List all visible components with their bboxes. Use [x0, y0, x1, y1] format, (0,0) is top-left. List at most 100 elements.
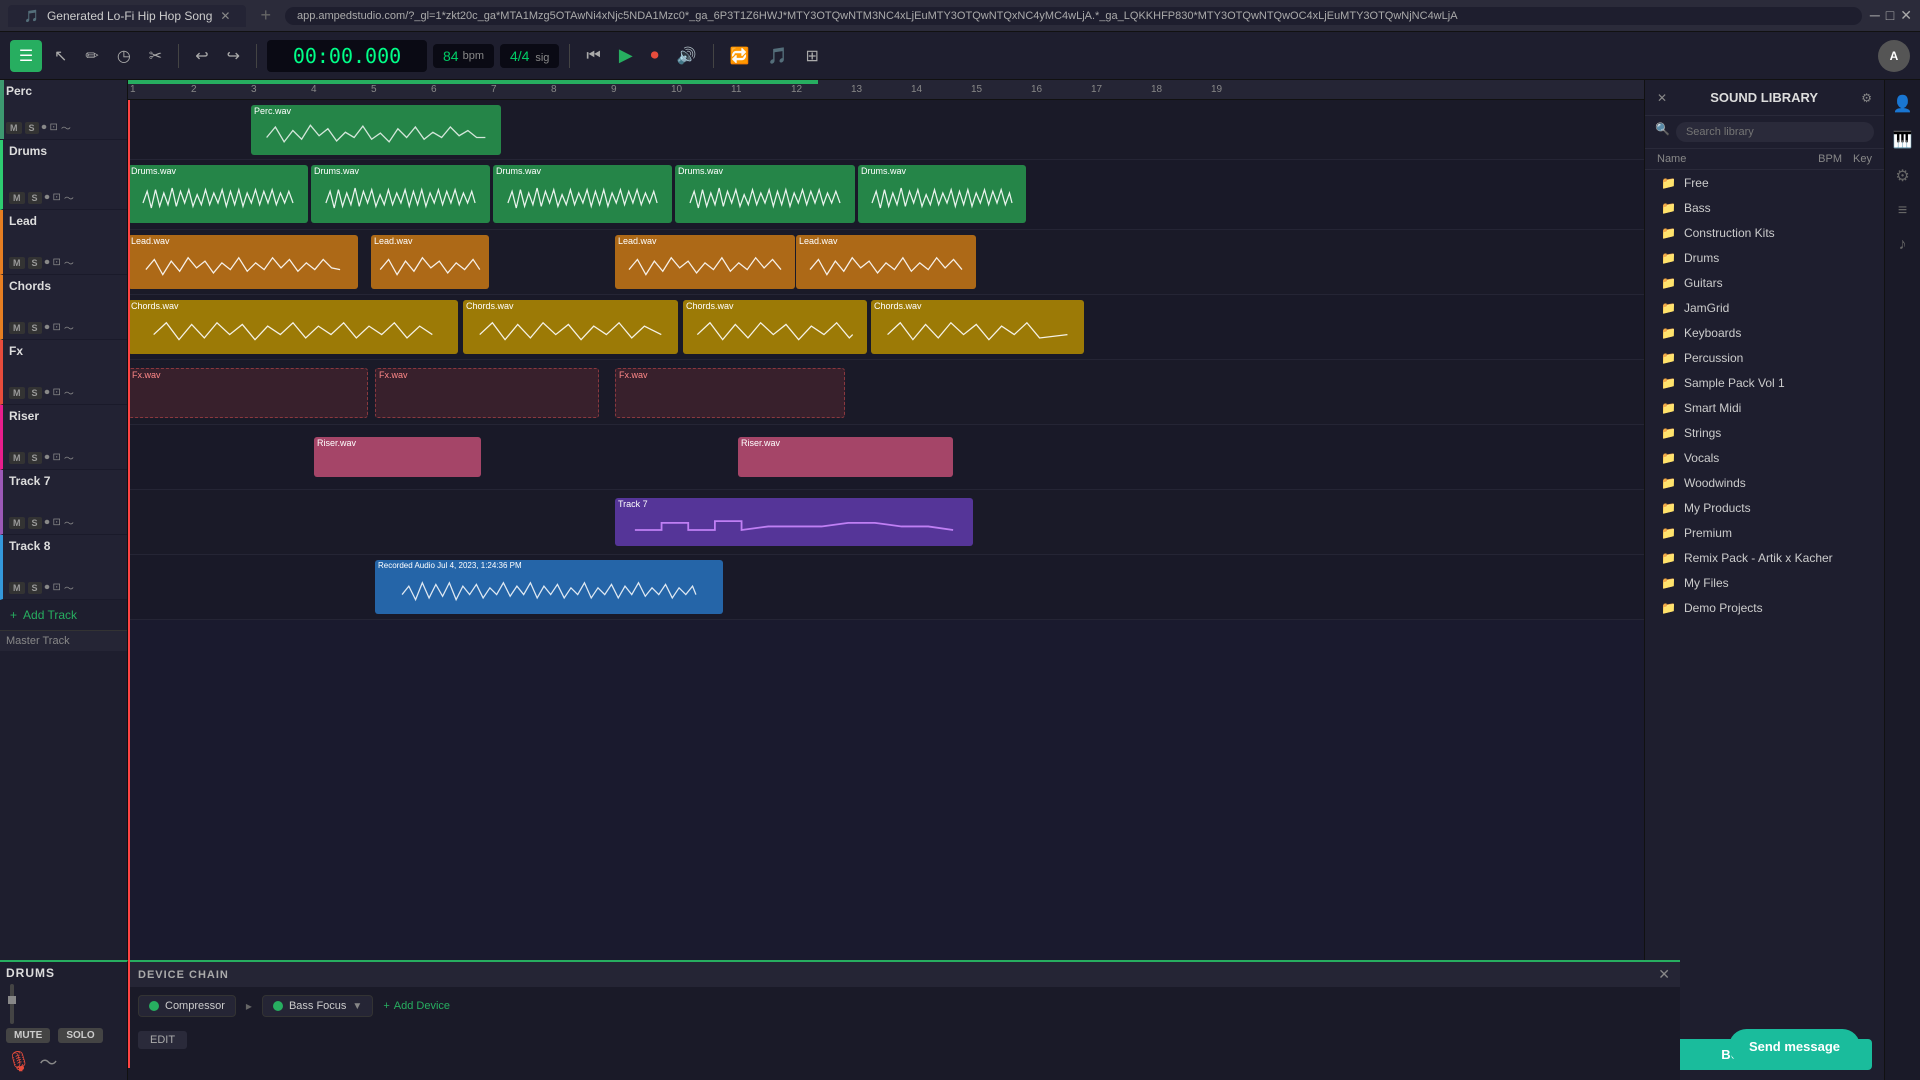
clip-riser-2[interactable]: Riser.wav [738, 437, 953, 477]
clip-drums-1[interactable]: Drums.wav [128, 165, 308, 223]
fx-lead[interactable]: ⊡ [53, 257, 61, 268]
track-content-drums[interactable]: Drums.wav Drums.wav Drums.wav [128, 160, 1644, 229]
fx-fx[interactable]: ⊡ [53, 387, 61, 398]
clip-drums-4[interactable]: Drums.wav [675, 165, 855, 223]
library-item-free[interactable]: 📁 Free [1649, 171, 1880, 195]
address-bar[interactable]: app.ampedstudio.com/?_gl=1*zkt20c_ga*MTA… [285, 7, 1862, 25]
right-icon-3[interactable]: ⚙ [1891, 162, 1913, 190]
fx-track8[interactable]: ⊡ [53, 582, 61, 593]
clip-fx-3[interactable]: Fx.wav [615, 368, 845, 418]
redo-button[interactable]: ↪ [221, 42, 246, 70]
select-tool-button[interactable]: ↖ [48, 42, 73, 70]
rec-chords[interactable]: ⏺ [45, 322, 50, 333]
menu-button[interactable]: ☰ [10, 40, 42, 72]
track-content-lead[interactable]: Lead.wav Lead.wav Lead.wav [128, 230, 1644, 294]
library-item-woodwinds[interactable]: 📁 Woodwinds [1649, 471, 1880, 495]
clip-chords-3[interactable]: Chords.wav [683, 300, 867, 354]
library-item-my-products[interactable]: 📁 My Products [1649, 496, 1880, 520]
wave-drums[interactable]: 〜 [64, 190, 74, 205]
wave-track7[interactable]: 〜 [64, 515, 74, 530]
mute-perc[interactable]: M [6, 122, 22, 134]
device-edit-button[interactable]: EDIT [138, 1031, 187, 1049]
rec-lead[interactable]: ⏺ [45, 257, 50, 268]
device-power-bass-focus[interactable] [273, 1001, 283, 1011]
wave-track8[interactable]: 〜 [64, 580, 74, 595]
solo-track7[interactable]: S [28, 517, 42, 529]
solo-lead[interactable]: S [28, 257, 42, 269]
mute-drums[interactable]: M [9, 192, 25, 204]
clip-track8-1[interactable]: Recorded Audio Jul 4, 2023, 1:24:36 PM [375, 560, 723, 614]
device-power-compressor[interactable] [149, 1001, 159, 1011]
clip-chords-4[interactable]: Chords.wav [871, 300, 1084, 354]
clip-riser-1[interactable]: Riser.wav [314, 437, 481, 477]
bottom-wave-icon[interactable]: 〜 [39, 1049, 57, 1075]
solo-riser[interactable]: S [28, 452, 42, 464]
solo-track8[interactable]: S [28, 582, 42, 594]
clip-lead-3[interactable]: Lead.wav [615, 235, 795, 289]
tab-close-icon[interactable]: ✕ [220, 9, 230, 23]
clip-drums-3[interactable]: Drums.wav [493, 165, 672, 223]
wave-lead[interactable]: 〜 [64, 255, 74, 270]
add-track-row[interactable]: + Add Track [0, 600, 127, 630]
clip-fx-2[interactable]: Fx.wav [375, 368, 599, 418]
library-item-strings[interactable]: 📁 Strings [1649, 421, 1880, 445]
track-content-chords[interactable]: Chords.wav Chords.wav Chords.wav [128, 295, 1644, 359]
clip-lead-4[interactable]: Lead.wav [796, 235, 976, 289]
erase-tool-button[interactable]: ◷ [111, 42, 137, 70]
tracks-container[interactable]: Perc.wav Drums.wav [128, 100, 1644, 1068]
track-content-track7[interactable]: Track 7 [128, 490, 1644, 554]
clip-drums-5[interactable]: Drums.wav [858, 165, 1026, 223]
clip-drums-2[interactable]: Drums.wav [311, 165, 490, 223]
profile-avatar[interactable]: A [1878, 40, 1910, 72]
mute-track8[interactable]: M [9, 582, 25, 594]
library-settings-icon[interactable]: ⚙ [1861, 91, 1872, 105]
fx-perc[interactable]: ⊡ [50, 122, 58, 133]
close-library-icon[interactable]: ✕ [1657, 91, 1667, 105]
track-content-riser[interactable]: Riser.wav Riser.wav [128, 425, 1644, 489]
skip-start-button[interactable]: ⏮ [580, 43, 606, 69]
right-icon-2[interactable]: 🎹 [1889, 126, 1917, 154]
mute-track7[interactable]: M [9, 517, 25, 529]
wave-riser[interactable]: 〜 [64, 450, 74, 465]
minimize-icon[interactable]: ─ [1870, 7, 1880, 24]
solo-perc[interactable]: S [25, 122, 39, 134]
loop-button[interactable]: 🔁 [724, 42, 756, 70]
time-sig-display[interactable]: 4/4 sig [500, 44, 559, 68]
library-item-guitars[interactable]: 📁 Guitars [1649, 271, 1880, 295]
track-content-fx[interactable]: Fx.wav Fx.wav Fx.wav [128, 360, 1644, 424]
bpm-display[interactable]: 84 bpm [433, 44, 494, 68]
library-item-bass[interactable]: 📁 Bass [1649, 196, 1880, 220]
vol-knob-drums[interactable] [8, 996, 16, 1004]
clip-lead-2[interactable]: Lead.wav [371, 235, 489, 289]
library-item-jamgrid[interactable]: 📁 JamGrid [1649, 296, 1880, 320]
wave-perc[interactable]: 〜 [61, 120, 71, 135]
solo-drums[interactable]: S [28, 192, 42, 204]
rec-riser[interactable]: ⏺ [45, 452, 50, 463]
library-item-keyboards[interactable]: 📁 Keyboards [1649, 321, 1880, 345]
solo-fx[interactable]: S [28, 387, 42, 399]
volume-button[interactable]: 🔊 [671, 42, 703, 70]
device-compressor[interactable]: Compressor [138, 995, 236, 1017]
rec-perc[interactable]: ⏺ [42, 122, 47, 133]
add-device-button[interactable]: + Add Device [383, 1000, 450, 1012]
library-item-drums[interactable]: 📁 Drums [1649, 246, 1880, 270]
mute-lead[interactable]: M [9, 257, 25, 269]
cut-tool-button[interactable]: ✂ [143, 42, 168, 70]
clip-chords-2[interactable]: Chords.wav [463, 300, 678, 354]
metronome-button[interactable]: 🎵 [762, 42, 794, 70]
mute-chords[interactable]: M [9, 322, 25, 334]
search-input[interactable] [1676, 122, 1874, 142]
mute-button[interactable]: MUTE [6, 1028, 50, 1043]
clip-track7-1[interactable]: Track 7 [615, 498, 973, 546]
record-arm-button[interactable]: 🎙 [6, 1049, 31, 1075]
rec-fx[interactable]: ⏺ [45, 387, 50, 398]
fx-track7[interactable]: ⊡ [53, 517, 61, 528]
rec-track8[interactable]: ⏺ [45, 582, 50, 593]
right-icon-5[interactable]: ♪ [1895, 232, 1911, 258]
library-item-construction-kits[interactable]: 📁 Construction Kits [1649, 221, 1880, 245]
clip-chords-1[interactable]: Chords.wav [128, 300, 458, 354]
bass-focus-dropdown-icon[interactable]: ▼ [352, 1001, 362, 1012]
track-content-track8[interactable]: Recorded Audio Jul 4, 2023, 1:24:36 PM [128, 555, 1644, 619]
grid-button[interactable]: ⊞ [799, 42, 824, 70]
library-item-my-files[interactable]: 📁 My Files [1649, 571, 1880, 595]
